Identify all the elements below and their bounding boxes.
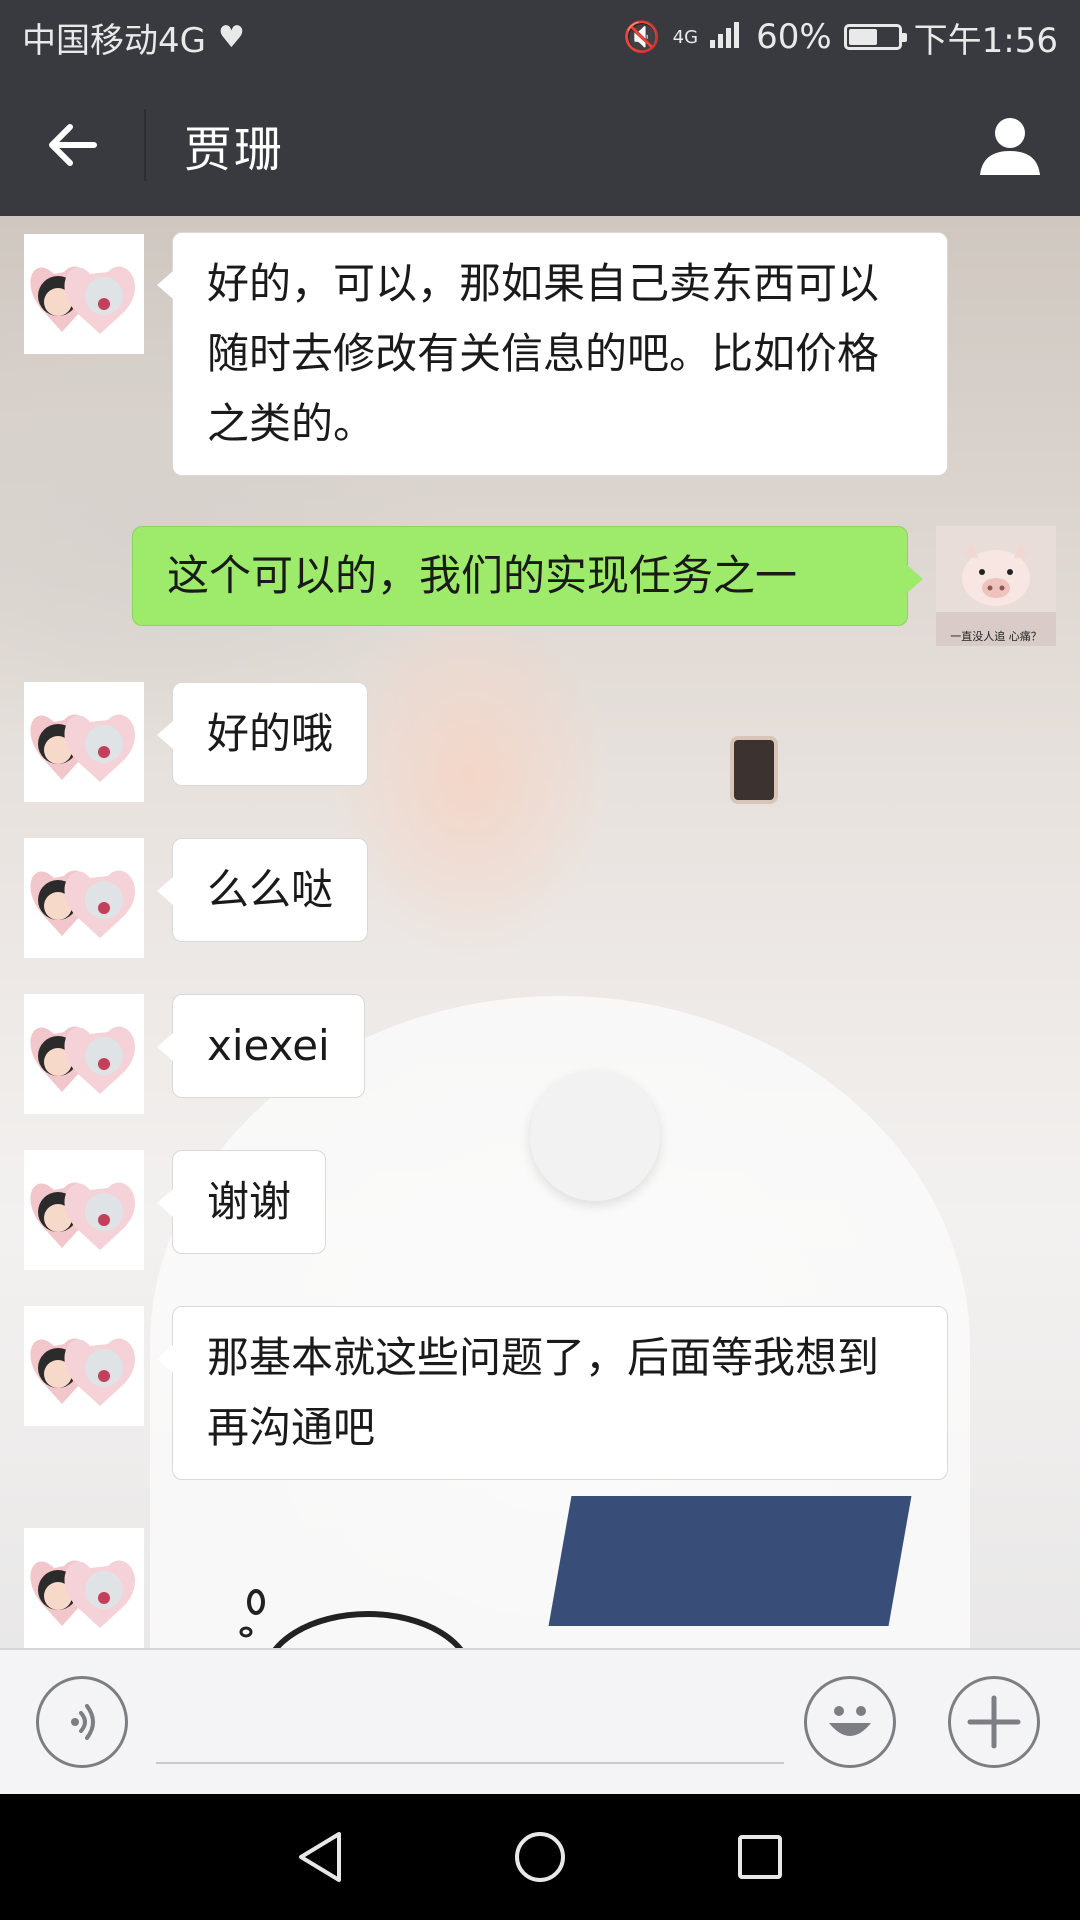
battery-icon <box>843 24 907 50</box>
contact-avatar[interactable] <box>24 838 144 958</box>
contact-avatar[interactable] <box>24 994 144 1114</box>
contact-avatar[interactable] <box>24 1306 144 1426</box>
back-button[interactable] <box>0 74 144 216</box>
message-bubble-received[interactable]: xiexei <box>157 994 365 1098</box>
chat-title: 贾珊 <box>184 122 285 178</box>
person-icon <box>980 118 1040 175</box>
emoji-button[interactable] <box>804 1676 896 1768</box>
signal-icon <box>710 17 744 57</box>
couple-avatar-icon <box>30 266 136 334</box>
my-avatar-caption: 一直没人追 心痛？ <box>950 630 1042 643</box>
plus-icon <box>967 1695 1021 1749</box>
contact-avatar[interactable] <box>24 1528 144 1648</box>
nav-back-button[interactable] <box>285 1822 355 1892</box>
message-bubble-received[interactable]: 那基本就这些问题了，后面等我想到再沟通吧 <box>157 1306 948 1480</box>
status-bar: 中国移动4G ♥ 🔇 4G 60% 下午1:56 <box>0 0 1080 74</box>
message-bubble-received[interactable]: 好的，可以，那如果自己卖东西可以随时去修改有关信息的吧。比如价格之类的。 <box>157 232 948 476</box>
message-input-bar <box>0 1648 1080 1794</box>
square-recents-icon <box>738 1835 782 1879</box>
message-bubble-received[interactable]: 么么哒 <box>156 838 369 942</box>
clock: 下午1:56 <box>913 20 1058 61</box>
background-image-earring <box>730 736 778 804</box>
triangle-back-icon <box>299 1832 341 1882</box>
voice-icon <box>71 1704 95 1740</box>
couple-avatar-icon <box>30 714 136 782</box>
arrow-left-icon <box>49 124 97 166</box>
voice-button[interactable] <box>36 1676 128 1768</box>
chat-header: 贾珊 <box>0 74 1080 216</box>
sticker-sweat-icon <box>239 1589 265 1638</box>
nav-recents-button[interactable] <box>725 1822 795 1892</box>
contact-avatar[interactable] <box>24 1150 144 1270</box>
contact-avatar[interactable] <box>24 682 144 802</box>
battery-percent: 60% <box>756 17 832 57</box>
chat-messages-area[interactable]: 好的，可以，那如果自己卖东西可以随时去修改有关信息的吧。比如价格之类的。 这个可… <box>0 216 1080 1648</box>
couple-avatar-icon <box>30 870 136 938</box>
message-input[interactable] <box>156 1700 784 1764</box>
nav-home-button[interactable] <box>505 1822 575 1892</box>
couple-avatar-icon <box>30 1338 136 1406</box>
message-bubble-received[interactable]: 好的哦 <box>156 682 369 786</box>
system-navigation-bar <box>0 1794 1080 1920</box>
network-type: 4G <box>672 26 699 48</box>
battery-level <box>848 29 878 45</box>
contact-avatar[interactable] <box>24 234 144 354</box>
emoji-icon <box>829 1706 871 1736</box>
couple-avatar-icon <box>30 1182 136 1250</box>
circle-home-icon <box>515 1832 565 1882</box>
couple-avatar-icon <box>30 1026 136 1094</box>
health-heart-icon: ♥ <box>217 19 245 55</box>
my-avatar[interactable]: 一直没人追 心痛？ <box>936 526 1056 646</box>
message-bubble-sent[interactable]: 这个可以的，我们的实现任务之一 <box>132 526 923 626</box>
background-image-stripe <box>548 1496 912 1626</box>
couple-avatar-icon <box>30 1560 136 1628</box>
header-divider <box>144 109 146 181</box>
message-bubble-received[interactable]: 谢谢 <box>156 1150 327 1254</box>
more-button[interactable] <box>948 1676 1040 1768</box>
mute-icon: 🔇 <box>623 19 661 55</box>
piglet-avatar-icon <box>936 526 1056 646</box>
carrier-label: 中国移动4G <box>22 20 206 61</box>
background-image-pompom <box>530 1071 660 1201</box>
chat-info-button[interactable] <box>940 74 1080 216</box>
